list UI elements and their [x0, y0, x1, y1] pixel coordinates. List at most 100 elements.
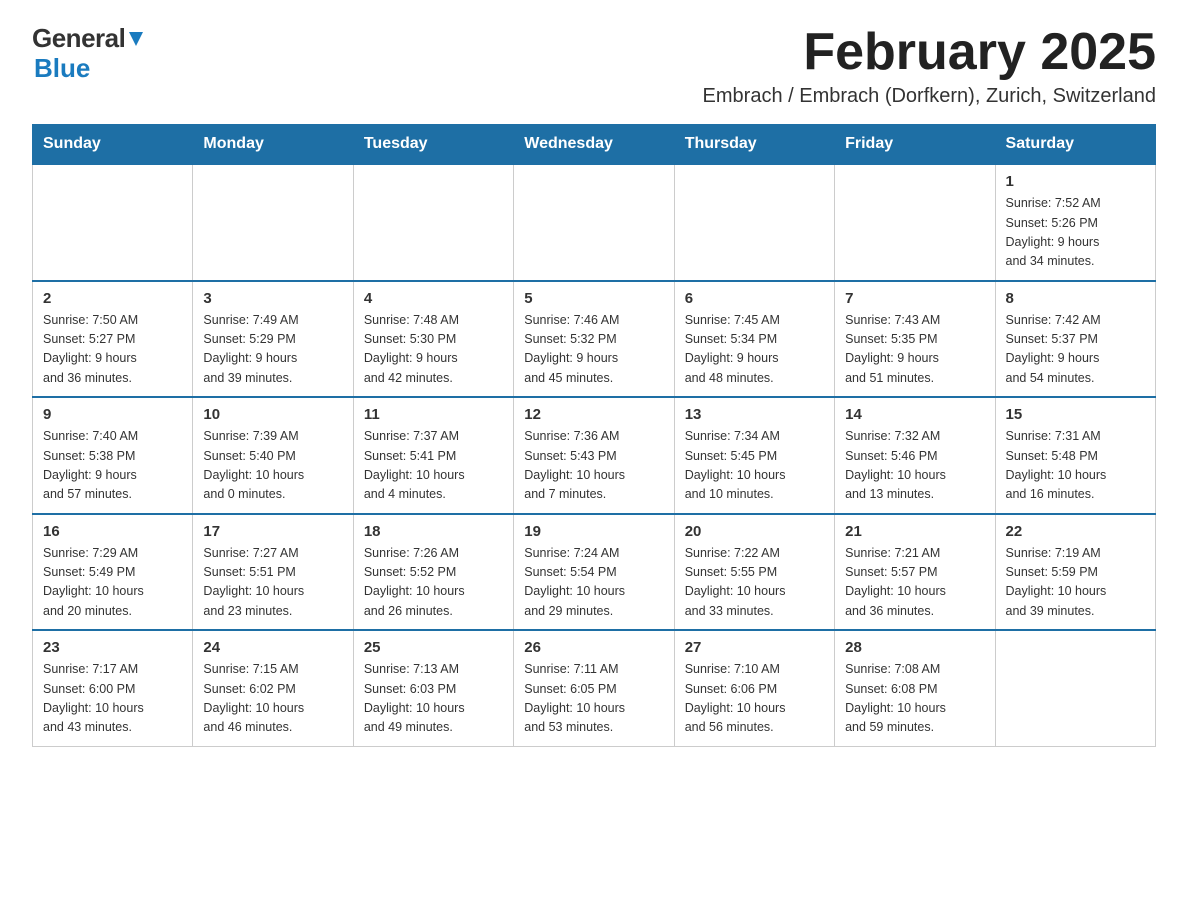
day-info: Sunrise: 7:42 AMSunset: 5:37 PMDaylight:…	[1006, 311, 1145, 389]
page-header: General Blue February 2025 Embrach / Emb…	[32, 24, 1156, 108]
calendar-day-cell: 23 Sunrise: 7:17 AMSunset: 6:00 PMDayligh…	[33, 630, 193, 746]
day-number: 14	[845, 406, 984, 423]
calendar-day-cell: 21 Sunrise: 7:21 AMSunset: 5:57 PMDayligh…	[835, 514, 995, 631]
calendar-day-cell: 1 Sunrise: 7:52 AMSunset: 5:26 PMDaylight…	[995, 164, 1155, 281]
day-info: Sunrise: 7:08 AMSunset: 6:08 PMDaylight:…	[845, 660, 984, 738]
days-of-week-row: SundayMondayTuesdayWednesdayThursdayFrid…	[33, 125, 1156, 165]
day-info: Sunrise: 7:21 AMSunset: 5:57 PMDaylight:…	[845, 544, 984, 622]
day-info: Sunrise: 7:37 AMSunset: 5:41 PMDaylight:…	[364, 427, 503, 505]
calendar-day-cell: 18 Sunrise: 7:26 AMSunset: 5:52 PMDayligh…	[353, 514, 513, 631]
day-number: 23	[43, 639, 182, 656]
day-info: Sunrise: 7:50 AMSunset: 5:27 PMDaylight:…	[43, 311, 182, 389]
day-number: 26	[524, 639, 663, 656]
calendar-table: SundayMondayTuesdayWednesdayThursdayFrid…	[32, 124, 1156, 747]
calendar-day-cell: 8 Sunrise: 7:42 AMSunset: 5:37 PMDaylight…	[995, 281, 1155, 398]
calendar-day-cell: 3Sunrise: 7:49 AMSunset: 5:29 PMDaylight…	[193, 281, 353, 398]
calendar-day-cell	[835, 164, 995, 281]
day-number: 21	[845, 523, 984, 540]
day-number: 8	[1006, 290, 1145, 307]
calendar-week-row: 16 Sunrise: 7:29 AMSunset: 5:49 PMDayligh…	[33, 514, 1156, 631]
day-number: 25	[364, 639, 503, 656]
logo-general-text: General	[32, 24, 125, 53]
day-number: 2	[43, 290, 182, 307]
day-info: Sunrise: 7:17 AMSunset: 6:00 PMDaylight:…	[43, 660, 182, 738]
day-number: 19	[524, 523, 663, 540]
day-info: Sunrise: 7:46 AMSunset: 5:32 PMDaylight:…	[524, 311, 663, 389]
day-of-week-header: Wednesday	[514, 125, 674, 165]
calendar-day-cell: 26 Sunrise: 7:11 AMSunset: 6:05 PMDayligh…	[514, 630, 674, 746]
day-info: Sunrise: 7:45 AMSunset: 5:34 PMDaylight:…	[685, 311, 824, 389]
day-info: Sunrise: 7:27 AMSunset: 5:51 PMDaylight:…	[203, 544, 342, 622]
calendar-day-cell: 10 Sunrise: 7:39 AMSunset: 5:40 PMDayligh…	[193, 397, 353, 514]
day-number: 24	[203, 639, 342, 656]
day-number: 5	[524, 290, 663, 307]
day-info: Sunrise: 7:40 AMSunset: 5:38 PMDaylight:…	[43, 427, 182, 505]
calendar-day-cell: 15Sunrise: 7:31 AMSunset: 5:48 PMDayligh…	[995, 397, 1155, 514]
calendar-day-cell: 11 Sunrise: 7:37 AMSunset: 5:41 PMDayligh…	[353, 397, 513, 514]
day-number: 16	[43, 523, 182, 540]
calendar-day-cell: 27Sunrise: 7:10 AMSunset: 6:06 PMDayligh…	[674, 630, 834, 746]
day-info: Sunrise: 7:52 AMSunset: 5:26 PMDaylight:…	[1006, 194, 1145, 272]
day-number: 1	[1006, 173, 1145, 190]
day-info: Sunrise: 7:29 AMSunset: 5:49 PMDaylight:…	[43, 544, 182, 622]
page-subtitle: Embrach / Embrach (Dorfkern), Zurich, Sw…	[703, 85, 1156, 108]
day-of-week-header: Monday	[193, 125, 353, 165]
calendar-day-cell	[674, 164, 834, 281]
calendar-day-cell: 20 Sunrise: 7:22 AMSunset: 5:55 PMDayligh…	[674, 514, 834, 631]
day-info: Sunrise: 7:10 AMSunset: 6:06 PMDaylight:…	[685, 660, 824, 738]
title-block: February 2025 Embrach / Embrach (Dorfker…	[703, 24, 1156, 108]
calendar-day-cell: 9 Sunrise: 7:40 AMSunset: 5:38 PMDaylight…	[33, 397, 193, 514]
day-number: 18	[364, 523, 503, 540]
day-info: Sunrise: 7:26 AMSunset: 5:52 PMDaylight:…	[364, 544, 503, 622]
day-of-week-header: Thursday	[674, 125, 834, 165]
calendar-week-row: 9 Sunrise: 7:40 AMSunset: 5:38 PMDaylight…	[33, 397, 1156, 514]
calendar-day-cell: 5 Sunrise: 7:46 AMSunset: 5:32 PMDaylight…	[514, 281, 674, 398]
calendar-week-row: 23 Sunrise: 7:17 AMSunset: 6:00 PMDayligh…	[33, 630, 1156, 746]
day-info: Sunrise: 7:15 AMSunset: 6:02 PMDaylight:…	[203, 660, 342, 738]
day-number: 28	[845, 639, 984, 656]
day-number: 6	[685, 290, 824, 307]
calendar-day-cell: 19Sunrise: 7:24 AMSunset: 5:54 PMDayligh…	[514, 514, 674, 631]
day-info: Sunrise: 7:11 AMSunset: 6:05 PMDaylight:…	[524, 660, 663, 738]
logo-blue-text: Blue	[34, 53, 90, 84]
calendar-day-cell: 16 Sunrise: 7:29 AMSunset: 5:49 PMDayligh…	[33, 514, 193, 631]
calendar-day-cell: 4 Sunrise: 7:48 AMSunset: 5:30 PMDaylight…	[353, 281, 513, 398]
day-number: 20	[685, 523, 824, 540]
calendar-day-cell	[353, 164, 513, 281]
calendar-week-row: 1 Sunrise: 7:52 AMSunset: 5:26 PMDaylight…	[33, 164, 1156, 281]
day-info: Sunrise: 7:22 AMSunset: 5:55 PMDaylight:…	[685, 544, 824, 622]
calendar-day-cell: 6 Sunrise: 7:45 AMSunset: 5:34 PMDaylight…	[674, 281, 834, 398]
calendar-day-cell: 2 Sunrise: 7:50 AMSunset: 5:27 PMDaylight…	[33, 281, 193, 398]
day-of-week-header: Saturday	[995, 125, 1155, 165]
day-info: Sunrise: 7:39 AMSunset: 5:40 PMDaylight:…	[203, 427, 342, 505]
day-info: Sunrise: 7:49 AMSunset: 5:29 PMDaylight:…	[203, 311, 342, 389]
day-info: Sunrise: 7:34 AMSunset: 5:45 PMDaylight:…	[685, 427, 824, 505]
day-number: 7	[845, 290, 984, 307]
calendar-day-cell: 14 Sunrise: 7:32 AMSunset: 5:46 PMDayligh…	[835, 397, 995, 514]
calendar-body: 1 Sunrise: 7:52 AMSunset: 5:26 PMDaylight…	[33, 164, 1156, 746]
day-of-week-header: Sunday	[33, 125, 193, 165]
day-info: Sunrise: 7:48 AMSunset: 5:30 PMDaylight:…	[364, 311, 503, 389]
calendar-day-cell: 25 Sunrise: 7:13 AMSunset: 6:03 PMDayligh…	[353, 630, 513, 746]
logo-arrow-icon	[127, 30, 145, 48]
day-number: 9	[43, 406, 182, 423]
day-of-week-header: Tuesday	[353, 125, 513, 165]
day-number: 22	[1006, 523, 1145, 540]
day-number: 17	[203, 523, 342, 540]
day-info: Sunrise: 7:13 AMSunset: 6:03 PMDaylight:…	[364, 660, 503, 738]
calendar-day-cell: 12 Sunrise: 7:36 AMSunset: 5:43 PMDayligh…	[514, 397, 674, 514]
page-title: February 2025	[703, 24, 1156, 81]
day-number: 12	[524, 406, 663, 423]
calendar-day-cell: 22 Sunrise: 7:19 AMSunset: 5:59 PMDayligh…	[995, 514, 1155, 631]
day-number: 4	[364, 290, 503, 307]
day-number: 11	[364, 406, 503, 423]
calendar-day-cell: 24 Sunrise: 7:15 AMSunset: 6:02 PMDayligh…	[193, 630, 353, 746]
day-number: 10	[203, 406, 342, 423]
day-of-week-header: Friday	[835, 125, 995, 165]
day-info: Sunrise: 7:19 AMSunset: 5:59 PMDaylight:…	[1006, 544, 1145, 622]
day-info: Sunrise: 7:36 AMSunset: 5:43 PMDaylight:…	[524, 427, 663, 505]
day-number: 13	[685, 406, 824, 423]
calendar-day-cell	[33, 164, 193, 281]
day-info: Sunrise: 7:32 AMSunset: 5:46 PMDaylight:…	[845, 427, 984, 505]
calendar-day-cell	[995, 630, 1155, 746]
